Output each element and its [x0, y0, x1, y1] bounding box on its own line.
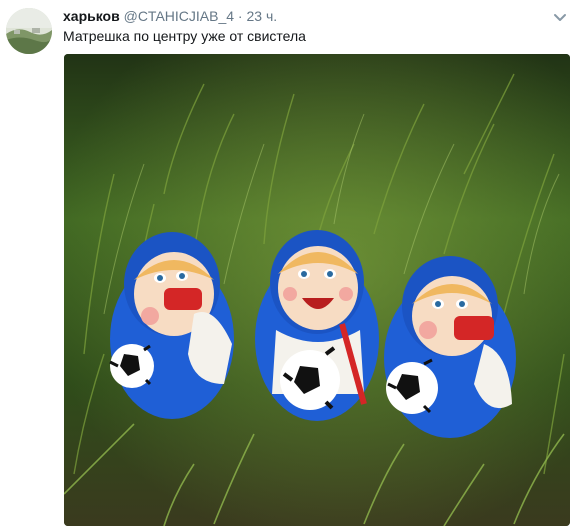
chevron-down-icon	[554, 14, 566, 21]
author-name[interactable]: харьков	[63, 8, 120, 24]
avatar[interactable]	[6, 8, 52, 54]
tweet-header: харьков @CTAHICJIAB_4 · 23 ч.	[63, 7, 277, 25]
tweet-photo[interactable]	[64, 54, 570, 526]
header-separator: ·	[237, 8, 243, 24]
tweet-menu-button[interactable]	[553, 10, 567, 21]
photo-matryoshka-dolls	[64, 54, 570, 526]
author-handle[interactable]: @CTAHICJIAB_4	[124, 8, 234, 24]
tweet-text: Матрешка по центру уже от свистела	[63, 28, 306, 44]
tweet-timestamp[interactable]: 23 ч.	[246, 8, 277, 24]
tweet: харьков @CTAHICJIAB_4 · 23 ч. Матрешка п…	[0, 0, 578, 531]
avatar-image	[6, 8, 52, 54]
